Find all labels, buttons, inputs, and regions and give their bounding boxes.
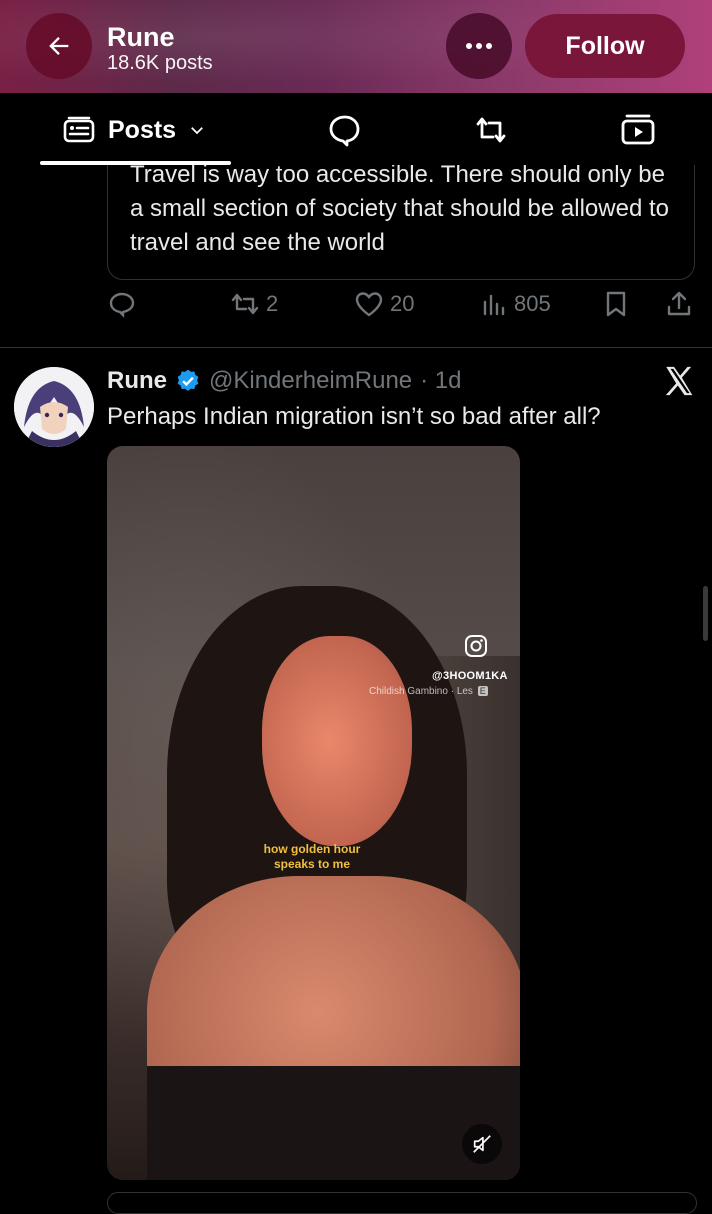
heart-icon (355, 292, 383, 317)
active-tab-indicator (40, 161, 231, 165)
post-count: 18.6K posts (107, 52, 213, 74)
more-horizontal-icon (466, 43, 492, 49)
tweet-video[interactable]: @3HOOM1KA Childish Gambino · Les E how g… (107, 446, 520, 1180)
video-ig-handle: @3HOOM1KA (432, 670, 508, 682)
video-subject-clothing (147, 1066, 520, 1180)
tab-videos-icon[interactable] (619, 111, 657, 149)
scrollbar[interactable] (703, 586, 708, 641)
verified-badge-icon (177, 369, 199, 391)
follow-button[interactable]: Follow (525, 14, 685, 78)
share-icon (667, 291, 691, 316)
retweet-icon (231, 293, 259, 315)
timeline-icon (63, 116, 95, 143)
like-count: 20 (390, 291, 415, 316)
quoted-tweet-text: Travel is way too accessible. There shou… (130, 161, 669, 256)
tweet-actions: 2 20 805 (0, 290, 712, 332)
tab-replies-icon[interactable] (326, 111, 364, 149)
share-button[interactable] (665, 290, 693, 318)
retweet-count: 2 (266, 291, 279, 316)
x-logo-icon (665, 366, 693, 396)
bookmark-icon (606, 291, 626, 317)
tweet-text: Perhaps Indian migration isn’t so bad af… (107, 403, 601, 430)
like-button[interactable]: 20 (354, 290, 414, 318)
avatar-anime-icon (14, 367, 94, 447)
retweet-button[interactable]: 2 (230, 290, 278, 318)
video-song: Childish Gambino · Les E (369, 686, 488, 697)
chevron-down-icon (191, 127, 203, 135)
mute-button[interactable] (462, 1124, 502, 1164)
tweet-handle[interactable]: @KinderheimRune (209, 367, 412, 395)
tweet-display-name[interactable]: Rune (107, 367, 167, 395)
instagram-icon (465, 635, 487, 657)
tweet-header: Rune @KinderheimRune · 1d (107, 364, 462, 398)
reply-icon (109, 292, 135, 318)
tab-reposts-icon[interactable] (472, 111, 510, 149)
avatar[interactable] (14, 367, 94, 447)
view-count: 805 (514, 291, 551, 316)
profile-name: Rune (107, 22, 175, 52)
profile-header: Rune 18.6K posts Follow (0, 0, 712, 93)
header-title: Rune 18.6K posts (107, 22, 213, 74)
arrow-left-icon (49, 37, 69, 55)
views-icon (483, 294, 505, 316)
more-options-button[interactable] (446, 13, 512, 79)
explicit-badge: E (477, 686, 488, 696)
video-caption: how golden hour speaks to me (263, 842, 361, 871)
tab-bar: Posts (0, 93, 712, 165)
video-song-text: Childish Gambino · Les (369, 686, 473, 697)
tweet-divider (0, 347, 712, 348)
views-button[interactable]: 805 (480, 290, 551, 318)
tab-posts[interactable]: Posts (62, 113, 206, 147)
muted-speaker-icon (473, 1135, 491, 1153)
video-subject-face (262, 636, 412, 846)
reply-button[interactable] (108, 290, 136, 318)
tab-posts-label: Posts (108, 115, 177, 144)
tweet-time: · 1d (420, 367, 462, 394)
next-tweet-card (107, 1192, 697, 1214)
back-button[interactable] (26, 13, 92, 79)
bookmark-button[interactable] (602, 290, 630, 318)
